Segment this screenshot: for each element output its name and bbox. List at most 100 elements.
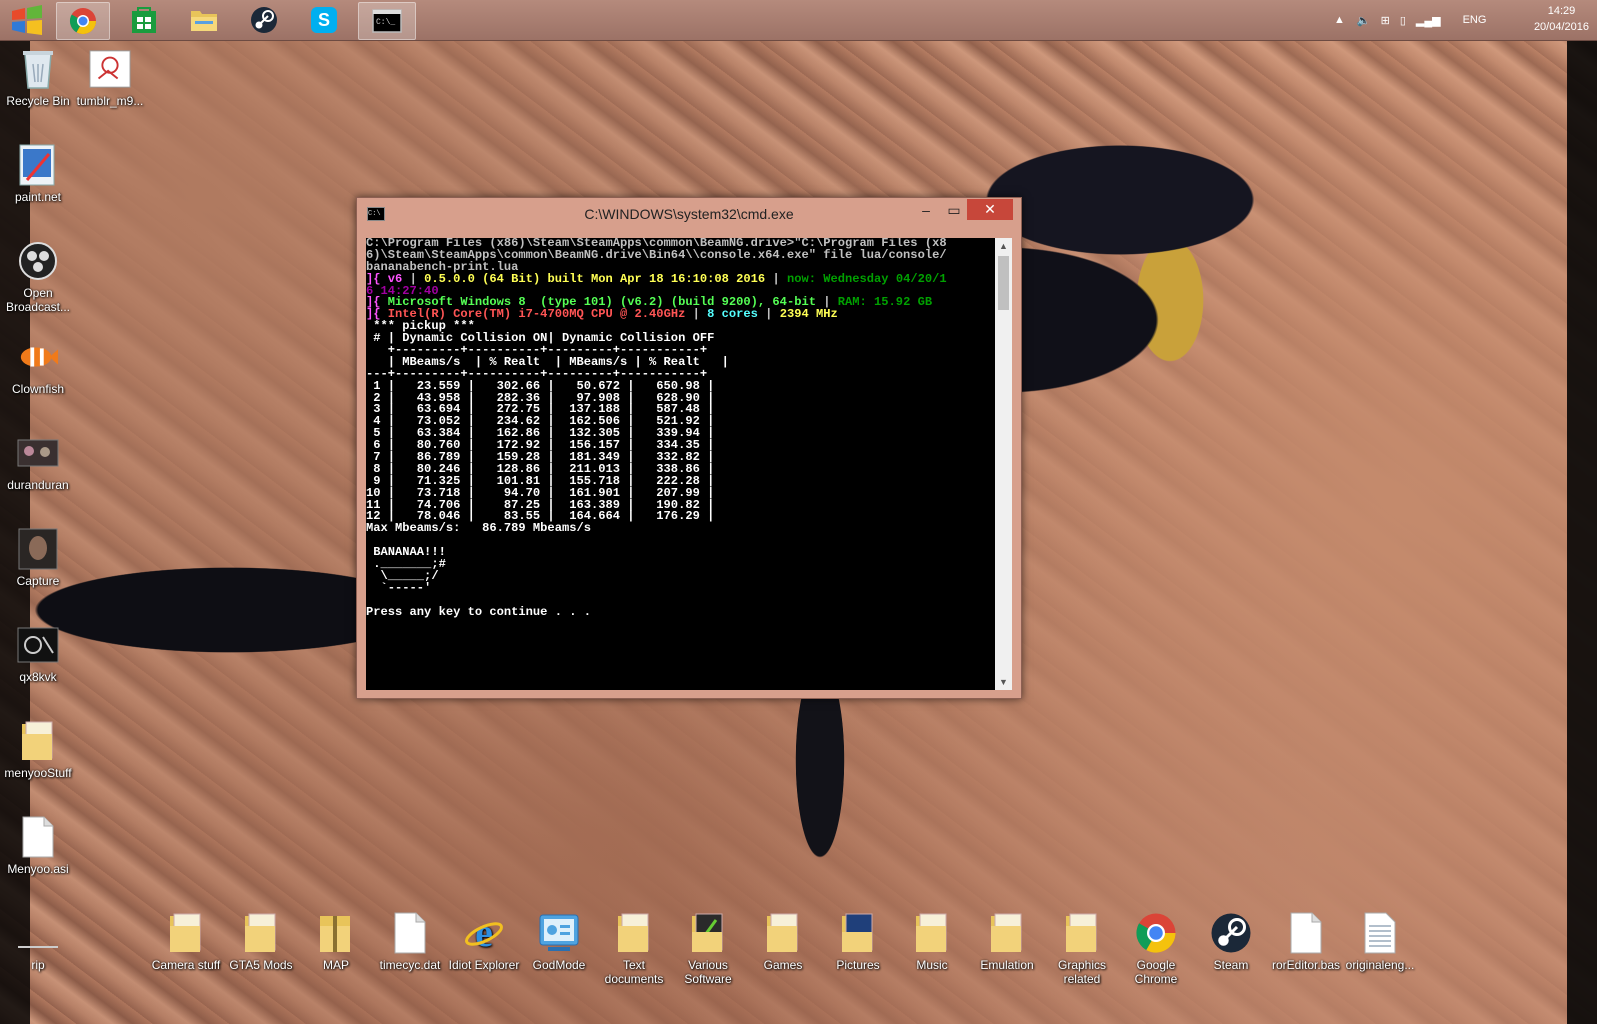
desktop-icon-various-software[interactable]: Various Software: [670, 912, 746, 986]
taskbar-clock[interactable]: 14:29 20/04/2016: [1534, 3, 1589, 35]
desktop-icon-label: Various Software: [684, 958, 732, 986]
taskbar-cmd-button[interactable]: C:\_: [358, 2, 416, 40]
desktop-icon-qx8kvk[interactable]: qx8kvk: [0, 624, 76, 684]
minimize-button[interactable]: –: [911, 200, 941, 220]
desktop-icon-menyoo-asi[interactable]: Menyoo.asi: [0, 816, 76, 876]
desktop-icon-godmode[interactable]: GodMode: [521, 912, 597, 972]
recycle-bin-icon: [23, 51, 53, 89]
console-text: |: [772, 271, 787, 286]
desktop-icon-label: Camera stuff: [151, 958, 221, 972]
desktop-icon-label: Graphics related: [1057, 958, 1107, 986]
desktop-icon-camera-stuff[interactable]: Camera stuff: [148, 912, 224, 972]
desktop-icon-menyoostuff[interactable]: menyooStuff: [0, 720, 76, 780]
taskbar-explorer-button[interactable]: [178, 2, 230, 38]
steam-icon: [251, 7, 277, 33]
desktop-icon-originaleng[interactable]: originaleng...: [1342, 912, 1418, 972]
desktop-icon-label: Text documents: [604, 958, 664, 986]
battery-icon[interactable]: ▯: [1400, 14, 1406, 27]
desktop-icon-games[interactable]: Games: [745, 912, 821, 972]
desktop-icon-map[interactable]: MAP: [298, 912, 374, 972]
desktop-icon-label: MAP: [322, 958, 349, 972]
control-panel-icon: [539, 914, 579, 951]
desktop-icon-obs[interactable]: Open Broadcast...: [0, 240, 76, 314]
zip-folder-icon: [320, 916, 350, 952]
desktop-icon-pictures[interactable]: Pictures: [820, 912, 896, 972]
folder-icon: [170, 913, 201, 952]
console-line: `-----': [366, 582, 995, 595]
desktop-icon-recycle-bin[interactable]: Recycle Bin: [0, 48, 76, 108]
maximize-button[interactable]: ▭: [941, 200, 967, 220]
console-text: 8 cores: [707, 307, 766, 322]
scroll-up-arrow-icon[interactable]: ▲: [995, 238, 1012, 254]
language-indicator[interactable]: ENG: [1463, 14, 1487, 26]
console-line: Press any key to continue . . .: [366, 604, 995, 619]
file-icon: [22, 816, 54, 858]
windows-logo-icon: [12, 5, 42, 35]
cmd-window[interactable]: C:\ C:\WINDOWS\system32\cmd.exe – ▭ ✕ C:…: [356, 197, 1022, 699]
desktop-icon-label: rip: [31, 958, 45, 972]
text-file-icon: [1364, 912, 1396, 954]
paint-net-icon: [19, 144, 55, 186]
desktop-icon-steam[interactable]: Steam: [1193, 912, 1269, 972]
console-text: RAM: 15.92 GB: [837, 295, 933, 310]
desktop-icon-google-chrome[interactable]: Google Chrome: [1118, 912, 1194, 986]
desktop-icon-label: Music: [916, 958, 948, 972]
desktop-icon-rip[interactable]: rip: [0, 940, 76, 972]
tray-expand-icon[interactable]: ▲: [1334, 14, 1345, 26]
console-text: 0.5.0.0 (64 Bit) built Mon Apr 18 16:10:…: [424, 271, 773, 286]
image-file-icon: [17, 627, 59, 663]
desktop-icon-tumblr[interactable]: tumblr_m9...: [72, 48, 148, 108]
network-signal-icon[interactable]: ▂▄▆: [1416, 14, 1441, 27]
scroll-down-arrow-icon[interactable]: ▼: [995, 674, 1012, 690]
desktop-icon-graphics-related[interactable]: Graphics related: [1044, 912, 1120, 986]
desktop-icon-label: duranduran: [7, 478, 69, 492]
image-file-icon: [17, 439, 59, 467]
desktop-icon-gta5-mods[interactable]: GTA5 Mods: [223, 912, 299, 972]
svg-text:e: e: [475, 912, 493, 954]
desktop-icon-idiot-explorer[interactable]: e Idiot Explorer: [446, 912, 522, 972]
action-center-icon[interactable]: ⊞: [1381, 14, 1390, 27]
start-button[interactable]: [2, 2, 54, 38]
desktop-icon-label: Idiot Explorer: [448, 958, 520, 972]
folder-icon: [767, 913, 798, 952]
taskbar-store-button[interactable]: [118, 2, 170, 38]
taskbar-steam-button[interactable]: [238, 2, 290, 38]
folder-icon: [618, 913, 649, 952]
desktop-icon-music[interactable]: Music: [894, 912, 970, 972]
close-button[interactable]: ✕: [967, 199, 1013, 220]
volume-icon[interactable]: 🔈: [1357, 14, 1371, 27]
desktop-icon-label: Clownfish: [11, 382, 65, 396]
cmd-title-bar[interactable]: C:\ C:\WINDOWS\system32\cmd.exe – ▭ ✕: [357, 198, 1021, 230]
desktop-icon-roreditor[interactable]: rorEditor.bas: [1268, 912, 1344, 972]
console-text: Press any key to continue . . .: [366, 604, 591, 619]
console-line: Max Mbeams/s: 86.789 Mbeams/s: [366, 522, 995, 535]
cmd-icon: C:\_: [372, 9, 402, 33]
desktop-icon-label: originaleng...: [1345, 958, 1415, 972]
console-text: now: Wednesday 04/20/1: [786, 271, 947, 286]
console-output[interactable]: C:\Program Files (x86)\Steam\SteamApps\c…: [366, 238, 995, 690]
chrome-icon: [1136, 913, 1176, 953]
desktop-icon-label: Google Chrome: [1134, 958, 1178, 986]
desktop-icon-clownfish[interactable]: Clownfish: [0, 336, 76, 396]
desktop-icon-label: Recycle Bin: [6, 94, 70, 108]
desktop-icon-duranduran[interactable]: duranduran: [0, 432, 76, 492]
file-icon: [18, 946, 58, 948]
taskbar-chrome-button[interactable]: [56, 2, 110, 40]
desktop-icon-emulation[interactable]: Emulation: [969, 912, 1045, 972]
desktop-icon-text-documents[interactable]: Text documents: [596, 912, 672, 986]
desktop-icon-label: Games: [763, 958, 803, 972]
system-tray: ▲ 🔈 ⊞ ▯ ▂▄▆ ENG: [1334, 0, 1486, 40]
folder-icon: [22, 721, 53, 760]
desktop-icon-label: qx8kvk: [19, 670, 57, 684]
desktop-icon-timecyc[interactable]: timecyc.dat: [372, 912, 448, 972]
console-text: |: [765, 307, 780, 322]
chrome-icon: [69, 8, 97, 35]
console-text: |: [692, 307, 708, 322]
scrollbar-thumb[interactable]: [998, 256, 1009, 310]
taskbar-skype-button[interactable]: S: [298, 2, 350, 38]
image-file-icon: [18, 528, 58, 570]
console-scrollbar[interactable]: ▲ ▼: [995, 238, 1012, 690]
desktop-icon-capture[interactable]: Capture: [0, 528, 76, 588]
desktop-icon-paint-net[interactable]: paint.net: [0, 144, 76, 204]
